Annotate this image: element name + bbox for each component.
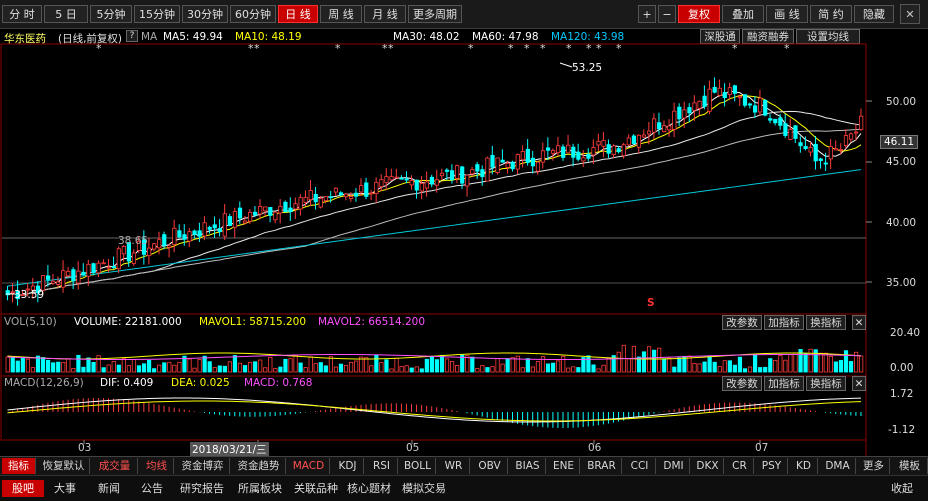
svg-text:*: * (616, 42, 622, 55)
tab-sector[interactable]: 所属板块 (232, 480, 288, 497)
month-label: 07 (755, 442, 769, 454)
s-mark: S (647, 297, 655, 309)
indicator-tabs: 指标 恢复默认 成交量 均线 资金博弈 资金趋势 MACD KDJ RSI BOLL WR OBV BI… (0, 456, 928, 475)
macd-change-params-button[interactable]: 改参数 (722, 376, 762, 391)
svg-text:*: * (388, 42, 394, 55)
svg-text:*: * (254, 42, 260, 55)
indicator-tab[interactable]: 模板 (892, 458, 928, 474)
macd-dif: DIF: 0.409 (100, 377, 154, 389)
indicator-tab[interactable]: WR (438, 458, 470, 474)
tab-dashi[interactable]: 大事 (48, 480, 82, 497)
indicator-tab[interactable]: RSI (366, 458, 398, 474)
tab-news[interactable]: 新闻 (90, 480, 128, 497)
vol-change-params-button[interactable]: 改参数 (722, 315, 762, 330)
tab-announcement[interactable]: 公告 (134, 480, 170, 497)
svg-text:*: * (508, 42, 514, 55)
vol-tick: 20.40 (890, 327, 921, 339)
vol-volume: VOLUME: 22181.000 (74, 316, 182, 328)
price-tick: 50.00 (886, 96, 917, 108)
svg-text:*: * (596, 42, 602, 55)
indicator-tab[interactable]: OBV (472, 458, 508, 474)
indicator-tab[interactable]: KDJ (332, 458, 364, 474)
indicator-tab[interactable]: BIAS (510, 458, 546, 474)
indicator-tab[interactable]: 资金趋势 (232, 458, 286, 474)
month-label: 06 (588, 442, 602, 454)
indicator-tab[interactable]: 恢复默认 (38, 458, 90, 474)
macd-add-indicator-button[interactable]: 加指标 (764, 376, 804, 391)
indicator-tab[interactable]: MACD (288, 458, 330, 474)
indicator-tab[interactable]: BRAR (582, 458, 622, 474)
svg-text:*: * (524, 42, 530, 55)
indicator-tab[interactable]: KD (790, 458, 818, 474)
macd-dea: DEA: 0.025 (171, 377, 230, 389)
vol-title: VOL(5,10) (4, 316, 57, 328)
cursor-date: 2018/03/21/三 (190, 442, 269, 457)
macd-tick: -1.12 (888, 424, 916, 436)
indicator-tab[interactable]: ENE (548, 458, 580, 474)
tab-sim-trade[interactable]: 模拟交易 (396, 480, 452, 497)
bottom-tabs: 股吧 大事 新闻 公告 研究报告 所属板块 关联品种 核心题材 模拟交易 收起 (0, 475, 928, 501)
indicator-tab[interactable]: BOLL (400, 458, 436, 474)
month-label: 05 (406, 442, 420, 454)
indicator-tab[interactable]: 均线 (140, 458, 174, 474)
line-annotation: 38.65 (118, 235, 149, 247)
macd-title: MACD(12,26,9) (4, 377, 84, 389)
macd-switch-indicator-button[interactable]: 换指标 (806, 376, 846, 391)
svg-text:*: * (732, 42, 738, 55)
last-price-label: 46.11 (880, 135, 919, 149)
svg-text:*: * (540, 42, 546, 55)
indicator-tab[interactable]: DMA (820, 458, 856, 474)
low-annotation: 33.59 (14, 289, 45, 301)
vol-switch-indicator-button[interactable]: 换指标 (806, 315, 846, 330)
indicator-tab[interactable]: CCI (624, 458, 656, 474)
indicator-tab[interactable]: PSY (756, 458, 788, 474)
high-annotation: 53.25 (572, 62, 603, 74)
price-tick: 35.00 (886, 277, 917, 289)
indicator-tab[interactable]: DKX (692, 458, 724, 474)
svg-text:*: * (784, 42, 790, 55)
indicator-tab[interactable]: 资金博弈 (176, 458, 230, 474)
price-tick: 45.00 (886, 156, 917, 168)
macd-tick: 1.72 (890, 388, 914, 400)
vol-add-indicator-button[interactable]: 加指标 (764, 315, 804, 330)
svg-text:*: * (335, 42, 341, 55)
tab-core-theme[interactable]: 核心题材 (344, 480, 394, 497)
vol-mavol2: MAVOL2: 66514.200 (318, 316, 426, 328)
indicator-tab[interactable]: 指标 (2, 458, 36, 474)
macd-close-icon[interactable]: ✕ (852, 376, 866, 391)
indicator-tab[interactable]: 成交量 (92, 458, 138, 474)
tab-research[interactable]: 研究报告 (174, 480, 230, 497)
tab-related[interactable]: 关联品种 (288, 480, 344, 497)
indicator-tab[interactable]: CR (726, 458, 754, 474)
indicator-tab[interactable]: 更多 (858, 458, 890, 474)
vol-mavol1: MAVOL1: 58715.200 (199, 316, 307, 328)
indicator-tab[interactable]: DMI (658, 458, 690, 474)
svg-text:*: * (586, 42, 592, 55)
macd-value: MACD: 0.768 (244, 377, 313, 389)
month-label: 03 (78, 442, 92, 454)
tab-guba[interactable]: 股吧 (2, 480, 44, 497)
vol-close-icon[interactable]: ✕ (852, 315, 866, 330)
vol-tick: 0.00 (890, 362, 914, 374)
price-tick: 40.00 (886, 217, 917, 229)
svg-text:*: * (468, 42, 474, 55)
svg-text:*: * (566, 42, 572, 55)
svg-text:*: * (96, 42, 102, 55)
collapse-button[interactable]: 收起 (880, 480, 924, 497)
